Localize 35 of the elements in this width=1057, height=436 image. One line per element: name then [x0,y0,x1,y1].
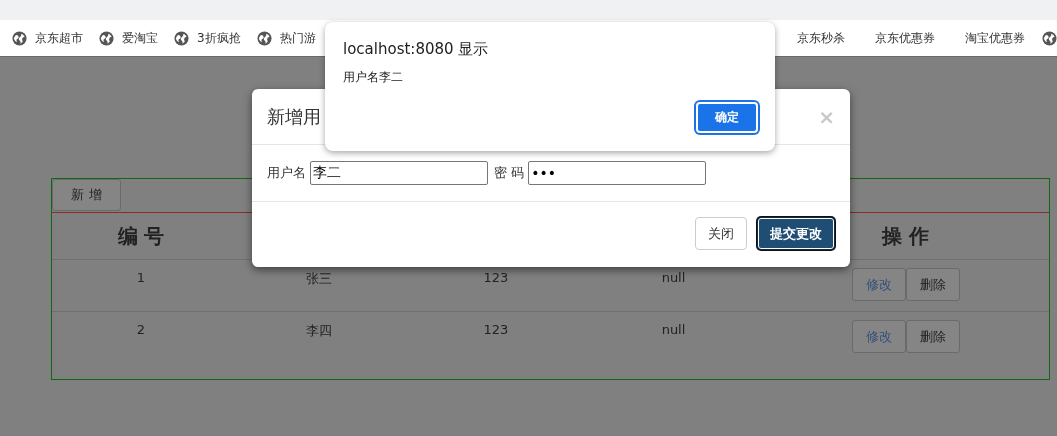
column-header: 编 号 [117,222,165,250]
input-field[interactable]: 李二 [310,161,488,185]
delete-button[interactable]: 删除 [905,268,960,301]
globe-icon [256,30,272,46]
alert-title: localhost:8080 显示 [343,40,490,59]
close-button[interactable]: 关闭 [695,217,747,250]
bookmark[interactable]: 爱淘宝 [99,29,158,47]
modal-title: 新增用 [267,104,321,129]
globe-icon [99,30,114,46]
input-field[interactable]: ••• [528,161,707,185]
bookmark[interactable]: 3折疯抢 [174,29,241,47]
table-cell-text: 123 [483,321,509,337]
alert-message: 用户名李二 [343,69,404,86]
add-button[interactable]: 新 增 [52,179,121,211]
bookmark[interactable]: 热门游 [256,29,316,47]
ok-button[interactable]: 确定 [696,102,758,133]
table-cell-text: 123 [483,269,509,285]
globe-icon [12,30,27,46]
table-cell-text: 1 [136,269,146,285]
table-cell-text: 李四 [305,322,332,340]
delete-button[interactable]: 删除 [905,320,960,353]
bookmark[interactable]: 京东超市 [12,29,83,47]
field-label: 密 码 [494,164,525,182]
bookmark[interactable]: 京东秒杀 [797,29,845,47]
bookmark[interactable]: 淘宝优惠券 [965,29,1025,47]
table-cell-text: 张三 [305,270,332,288]
bookmark[interactable]: 京东优惠券 [875,29,935,47]
table-cell-text: 2 [136,321,146,337]
globe-icon [174,30,189,46]
bookmark[interactable] [1042,30,1057,46]
field-label: 用户名 [267,164,306,182]
submit-button[interactable]: 提交更改 [757,217,835,250]
table-cell-text: null [661,269,686,285]
column-header: 操 作 [882,222,929,250]
table-cell-text: null [661,321,686,337]
